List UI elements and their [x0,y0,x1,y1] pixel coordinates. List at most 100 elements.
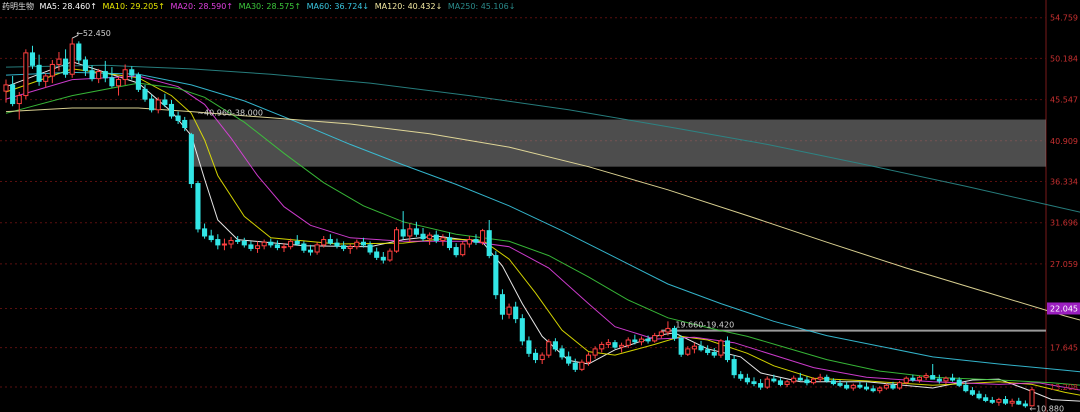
candle[interactable] [446,232,453,251]
candle[interactable] [208,229,214,243]
candlestick-chart[interactable]: ←52.450 ←10.880 ~40.960-38.000 19.660-19.42… [0,0,1080,412]
candle[interactable] [519,314,525,346]
candle[interactable] [155,97,161,114]
candle[interactable] [1029,387,1035,407]
candle[interactable] [202,223,208,239]
candle[interactable] [897,380,903,390]
candle[interactable] [705,345,711,356]
candle[interactable] [1002,396,1009,405]
candle[interactable] [1022,400,1028,408]
candle[interactable] [36,54,42,86]
candle[interactable] [334,238,340,249]
candle[interactable] [1009,398,1015,407]
candle[interactable] [751,377,757,387]
candle[interactable] [817,373,823,382]
candle[interactable] [506,303,512,319]
candle[interactable] [493,251,499,300]
candle[interactable] [453,243,459,258]
candle[interactable] [473,234,479,245]
candle[interactable] [572,358,578,372]
candle[interactable] [76,41,82,64]
candle[interactable] [188,132,194,188]
candles[interactable] [3,38,1035,408]
candle[interactable] [301,241,307,253]
candle[interactable] [3,79,9,103]
candle[interactable] [731,355,737,379]
candle[interactable] [486,220,492,259]
candle[interactable] [930,364,936,380]
candle[interactable] [619,342,625,353]
candle[interactable] [248,241,254,252]
candle[interactable] [678,335,684,357]
candle[interactable] [29,45,36,69]
candle[interactable] [837,380,843,388]
candle[interactable] [466,236,472,248]
candle[interactable] [43,73,49,88]
candle[interactable] [996,397,1002,406]
candle[interactable] [427,232,433,245]
candle[interactable] [393,227,400,253]
candle[interactable] [969,387,975,396]
candle[interactable] [122,64,128,85]
candle[interactable] [341,241,347,252]
candle[interactable] [135,72,141,92]
candle[interactable] [215,234,221,250]
candle[interactable] [420,228,426,242]
candle[interactable] [916,375,923,383]
candle[interactable] [241,237,247,248]
candle[interactable] [254,241,261,253]
candle[interactable] [983,394,989,403]
candle[interactable] [870,385,876,393]
candle[interactable] [274,240,280,251]
candle[interactable] [314,242,320,255]
candle[interactable] [579,359,585,372]
candle[interactable] [49,60,55,84]
candle[interactable] [195,180,201,233]
candle[interactable] [499,289,506,320]
candle[interactable] [63,49,69,78]
candle[interactable] [691,342,697,354]
candle[interactable] [758,379,764,390]
candle[interactable] [612,340,618,349]
candle[interactable] [168,100,175,119]
candle[interactable] [976,390,982,400]
candle[interactable] [10,76,16,107]
candle[interactable] [69,38,75,78]
candle[interactable] [175,111,181,124]
candle[interactable] [923,372,929,380]
candle[interactable] [989,396,995,404]
candle[interactable] [724,336,731,363]
candle[interactable] [532,348,539,364]
candle[interactable] [777,378,784,387]
candle[interactable] [400,211,406,240]
candle[interactable] [228,236,234,249]
candle[interactable] [605,339,611,348]
candle[interactable] [546,339,552,358]
candle[interactable] [16,92,22,120]
candle[interactable] [652,332,658,343]
candle[interactable] [354,239,360,250]
candle[interactable] [56,52,62,71]
candle[interactable] [109,67,115,88]
candle[interactable] [327,234,333,245]
candle[interactable] [480,228,486,245]
candle[interactable] [804,376,810,386]
candle[interactable] [764,376,770,389]
candle[interactable] [526,336,532,357]
candle[interactable] [844,381,850,390]
candle[interactable] [711,348,717,358]
candle[interactable] [539,352,545,364]
candle[interactable] [566,351,572,366]
candle[interactable] [347,244,353,254]
candle[interactable] [221,238,227,251]
candle[interactable] [23,49,29,100]
candle[interactable] [791,375,797,384]
candle[interactable] [738,371,744,381]
candle[interactable] [115,76,122,96]
candle[interactable] [698,340,704,352]
candle[interactable] [440,234,446,246]
candle[interactable] [599,341,605,353]
candle[interactable] [460,241,466,257]
candle[interactable] [718,339,724,358]
candle[interactable] [850,383,856,391]
